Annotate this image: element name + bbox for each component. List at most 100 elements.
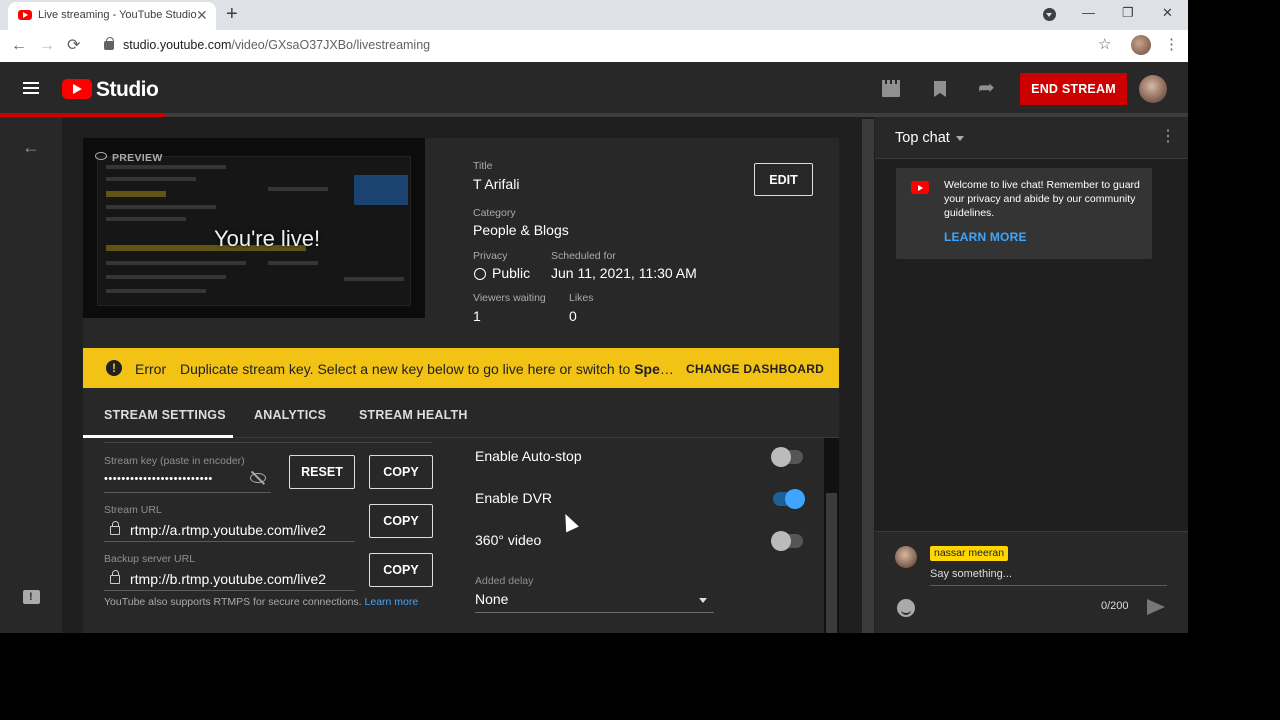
error-message: Duplicate stream key. Select a new key b… — [180, 361, 675, 377]
backup-url-field[interactable]: rtmp://b.rtmp.youtube.com/live2 — [130, 571, 330, 587]
back-arrow-icon[interactable]: ← — [22, 137, 40, 157]
privacy-value: Public — [492, 265, 531, 281]
account-avatar[interactable] — [1139, 75, 1167, 103]
bookmark-star-icon[interactable]: ☆ — [1098, 36, 1111, 54]
stream-url-label: Stream URL — [104, 504, 162, 516]
chat-menu-icon[interactable]: ⋮ — [1160, 128, 1176, 146]
chat-message-input[interactable]: Say something... — [930, 568, 1167, 586]
main-content: PREVIEW You're live! Title T Arifali Cat… — [83, 138, 839, 633]
chat-input-area: nassar meeran Say something... 0/200 — [875, 531, 1188, 633]
welcome-text: Welcome to live chat! Remember to guard … — [944, 179, 1140, 219]
tab-title: Live streaming - YouTube Studio — [38, 9, 197, 21]
change-dashboard-button[interactable]: CHANGE DASHBOARD — [686, 362, 824, 376]
settings-scrollbar[interactable] — [824, 438, 839, 633]
privacy-label: Privacy — [473, 250, 508, 262]
reload-icon[interactable]: ⟳ — [67, 36, 80, 56]
settings-tabs: STREAM SETTINGS ANALYTICS STREAM HEALTH — [83, 388, 839, 438]
rtmps-note: YouTube also supports RTMPS for secure c… — [104, 596, 419, 608]
added-delay-label: Added delay — [475, 575, 534, 587]
minimize-icon[interactable]: — — [1082, 4, 1095, 22]
bookmark-icon[interactable] — [933, 80, 953, 98]
browser-tab[interactable]: Live streaming - YouTube Studio ✕ — [8, 2, 216, 30]
browser-toolbar: ← → ⟳ studio.youtube.com/video/GXsaO37JX… — [0, 30, 1188, 62]
lock-icon — [110, 521, 120, 535]
error-banner: ! Error Duplicate stream key. Select a n… — [83, 348, 839, 388]
profile-avatar[interactable] — [1131, 35, 1151, 55]
title-value: T Arifali — [473, 176, 520, 192]
hamburger-menu-icon[interactable] — [23, 82, 39, 94]
copy-stream-url-button[interactable]: COPY — [369, 504, 433, 538]
studio-logo-text[interactable]: Studio — [96, 78, 159, 102]
youtube-logo-icon[interactable] — [62, 79, 92, 99]
feedback-icon[interactable] — [23, 590, 40, 604]
title-label: Title — [473, 160, 493, 172]
tab-stream-health[interactable]: STREAM HEALTH — [359, 408, 468, 422]
likes-value: 0 — [569, 308, 577, 324]
360-video-label: 360° video — [475, 532, 542, 548]
likes-label: Likes — [569, 292, 594, 304]
dvr-toggle[interactable] — [773, 489, 805, 509]
dropdown-caret-icon — [699, 598, 707, 603]
added-delay-value: None — [475, 591, 509, 607]
end-stream-button[interactable]: END STREAM — [1020, 73, 1127, 105]
visibility-off-icon[interactable] — [250, 473, 266, 483]
lock-icon[interactable] — [104, 37, 114, 50]
youre-live-text: You're live! — [213, 226, 321, 251]
char-counter: 0/200 — [1101, 600, 1129, 612]
browser-menu-icon[interactable]: ⋮ — [1164, 36, 1179, 54]
stream-url-field[interactable]: rtmp://a.rtmp.youtube.com/live2 — [130, 522, 330, 538]
tab-close-icon[interactable]: ✕ — [196, 7, 208, 23]
window-close-icon[interactable]: ✕ — [1162, 4, 1173, 22]
scheduled-label: Scheduled for — [551, 250, 616, 262]
backup-url-label: Backup server URL — [104, 553, 196, 565]
copy-backup-url-button[interactable]: COPY — [369, 553, 433, 587]
learn-more-link[interactable]: LEARN MORE — [944, 230, 1027, 244]
forward-icon[interactable]: → — [39, 36, 55, 56]
chat-user-avatar — [895, 546, 917, 568]
url-path: /video/GXsaO37JXBo/livestreaming — [231, 38, 431, 52]
category-label: Category — [473, 207, 516, 219]
left-nav: ← — [0, 117, 62, 633]
page-scrollbar[interactable] — [862, 119, 874, 633]
emoji-icon[interactable] — [897, 599, 915, 617]
stream-key-field[interactable]: ••••••••••••••••••••••••• — [104, 473, 244, 485]
chat-header: Top chat ⋮ — [875, 117, 1188, 159]
clapperboard-icon[interactable] — [882, 80, 902, 98]
back-icon[interactable]: ← — [11, 36, 27, 56]
auto-stop-toggle[interactable] — [771, 447, 803, 467]
rtmps-learn-more-link[interactable]: Learn more — [365, 596, 419, 608]
stream-info-panel: PREVIEW You're live! Title T Arifali Cat… — [83, 138, 839, 348]
letterbox-right — [1188, 0, 1280, 720]
added-delay-select[interactable]: None — [475, 591, 714, 613]
360-video-toggle[interactable] — [771, 531, 803, 551]
reset-button[interactable]: RESET — [289, 455, 355, 489]
new-tab-icon[interactable]: + — [226, 3, 238, 25]
address-bar[interactable]: studio.youtube.com/video/GXsaO37JXBo/liv… — [123, 38, 430, 52]
stream-settings-panel: Stream key (paste in encoder) ••••••••••… — [83, 438, 839, 633]
viewers-value: 1 — [473, 308, 481, 324]
divider — [104, 442, 432, 443]
viewers-label: Viewers waiting — [473, 292, 546, 304]
share-icon[interactable]: ➦ — [978, 78, 998, 98]
globe-icon — [474, 268, 486, 280]
youtube-logo-icon — [911, 181, 929, 194]
tab-strip: Live streaming - YouTube Studio ✕ + — ❐ … — [0, 0, 1188, 30]
dvr-label: Enable DVR — [475, 490, 553, 506]
live-chat-panel: Top chat ⋮ Welcome to live chat! Remembe… — [875, 117, 1188, 633]
top-chat-dropdown[interactable]: Top chat — [895, 130, 950, 146]
studio-header: Studio ➦ END STREAM — [0, 62, 1188, 117]
restore-icon[interactable]: ❐ — [1122, 4, 1134, 22]
tab-analytics[interactable]: ANALYTICS — [254, 408, 326, 422]
chevron-down-icon[interactable] — [956, 136, 964, 141]
tab-stream-settings[interactable]: STREAM SETTINGS — [104, 408, 226, 422]
edit-button[interactable]: EDIT — [754, 163, 813, 196]
browser-chrome: Live streaming - YouTube Studio ✕ + — ❐ … — [0, 0, 1188, 62]
chat-user-name: nassar meeran — [930, 546, 1009, 561]
tab-search-icon[interactable] — [1043, 8, 1056, 21]
copy-stream-key-button[interactable]: COPY — [369, 455, 433, 489]
youtube-favicon-icon — [18, 10, 32, 20]
category-value: People & Blogs — [473, 222, 569, 238]
welcome-message: Welcome to live chat! Remember to guard … — [896, 168, 1152, 259]
stream-key-label: Stream key (paste in encoder) — [104, 455, 245, 467]
send-icon[interactable] — [1147, 599, 1165, 615]
